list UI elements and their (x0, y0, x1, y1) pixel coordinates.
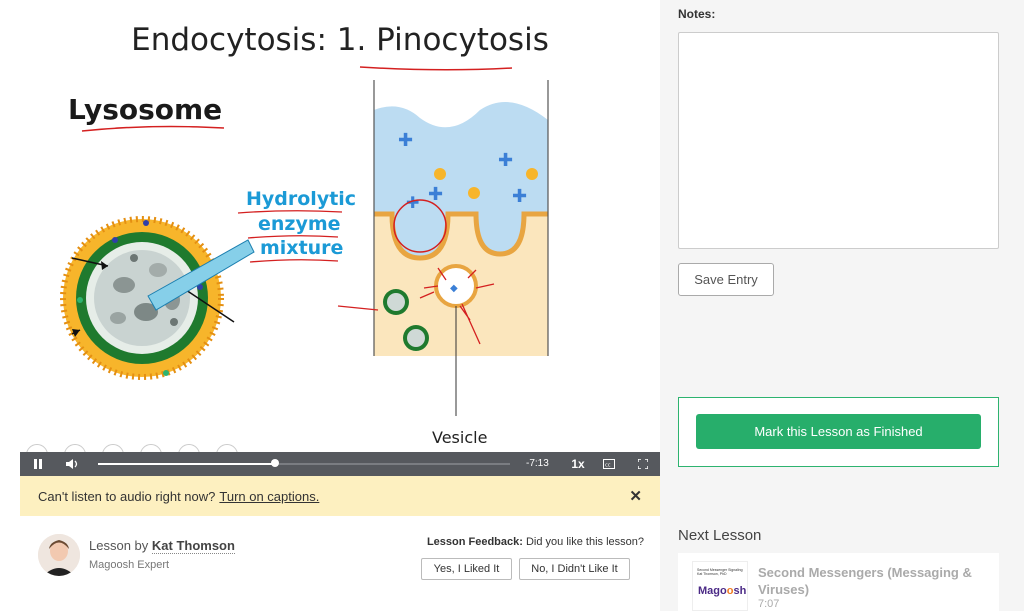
notes-textarea[interactable] (678, 32, 999, 249)
svg-text:enzyme: enzyme (258, 213, 341, 235)
turn-on-captions-link[interactable]: Turn on captions. (219, 489, 319, 504)
didnt-like-it-button[interactable]: No, I Didn't Like It (519, 558, 630, 580)
closed-captions-button[interactable]: cc (600, 452, 618, 476)
caption-banner: Can't listen to audio right now? Turn on… (20, 476, 660, 516)
fullscreen-icon (638, 459, 648, 469)
volume-button[interactable] (62, 452, 82, 476)
author-name-link[interactable]: Kat Thomson (151, 538, 235, 554)
playback-speed-button[interactable]: 1x (566, 452, 590, 476)
svg-text:✚: ✚ (398, 130, 413, 151)
caption-banner-text: Can't listen to audio right now? (38, 488, 216, 504)
pause-icon (34, 459, 42, 469)
author-role: Magoosh Expert (89, 559, 170, 571)
lesson-feedback: Lesson Feedback: Did you like this lesso… (400, 536, 650, 586)
thumbnail-caption-author: Kat Thomson, PhD (697, 572, 727, 576)
pause-button[interactable] (28, 452, 48, 476)
lesson-main-column: Endocytosis: 1. Pinocytosis Lysosome Hyd… (0, 0, 660, 611)
next-lesson-thumbnail: Second Messenger Signaling Kat Thomson, … (692, 561, 748, 611)
magoosh-logo: Magoosh (698, 585, 746, 597)
seek-handle[interactable] (271, 459, 280, 467)
lysosome-underline (81, 125, 225, 132)
logo-part-a: Mago (698, 585, 727, 597)
video-player-controls: -7:13 1x cc (20, 452, 660, 476)
pinocytosis-diagram: ✚ ✚ ✚ ✚ ✚ ◆ (337, 80, 549, 416)
save-entry-button[interactable]: Save Entry (678, 263, 774, 296)
lesson-sidebar: Notes: Save Entry Mark this Lesson as Fi… (660, 0, 1024, 611)
volume-icon (66, 459, 78, 469)
liked-it-button[interactable]: Yes, I Liked It (421, 558, 512, 580)
time-remaining: -7:13 (526, 458, 549, 469)
seek-progress (98, 463, 276, 465)
svg-text:cc: cc (605, 463, 611, 469)
lesson-author-info: Lesson by Kat Thomson Magoosh Expert (38, 534, 288, 584)
finish-lesson-panel: Mark this Lesson as Finished (678, 397, 999, 467)
svg-text:mixture: mixture (260, 237, 343, 259)
feedback-label: Lesson Feedback: (426, 536, 523, 548)
lysosome-label: Lysosome (68, 93, 222, 126)
author-photo (38, 534, 80, 576)
close-icon[interactable]: ✕ (629, 487, 642, 505)
slide-illustration: Lysosome Hydrolytic enzyme mixture ✚ ✚ ✚… (60, 66, 549, 447)
next-lesson-card[interactable]: Second Messenger Signaling Kat Thomson, … (678, 553, 999, 611)
lysosome-diagram (60, 216, 255, 380)
fullscreen-button[interactable] (634, 452, 652, 476)
feedback-question-text: Did you like this lesson? (525, 536, 644, 548)
feedback-question: Lesson Feedback: Did you like this lesso… (427, 536, 644, 548)
hydrolytic-enzyme-label: Hydrolytic enzyme mixture (237, 188, 356, 263)
svg-text:✚: ✚ (498, 150, 513, 171)
vesicle-label: Vesicle (432, 428, 487, 447)
next-lesson-title: Second Messengers (Messaging & Viruses) (758, 565, 972, 597)
mark-finished-button[interactable]: Mark this Lesson as Finished (696, 414, 981, 449)
avatar (38, 534, 80, 576)
svg-text:✚: ✚ (512, 186, 527, 207)
svg-text:◆: ◆ (450, 283, 458, 294)
thumbnail-caption: Second Messenger Signaling Kat Thomson, … (697, 568, 747, 576)
svg-text:Hydrolytic: Hydrolytic (246, 188, 356, 210)
title-underline (359, 66, 513, 71)
next-lesson-duration: 7:07 (758, 598, 780, 610)
seek-bar[interactable] (98, 459, 510, 467)
logo-part-c: sh (733, 585, 747, 597)
lesson-by-prefix: Lesson by (89, 538, 149, 553)
notes-label: Notes: (678, 7, 716, 21)
next-lesson-heading: Next Lesson (678, 527, 762, 544)
video-slide[interactable]: Endocytosis: 1. Pinocytosis Lysosome Hyd… (20, 0, 660, 452)
closed-captions-icon: cc (603, 459, 615, 469)
lesson-by-line: Lesson by Kat Thomson (89, 538, 235, 554)
